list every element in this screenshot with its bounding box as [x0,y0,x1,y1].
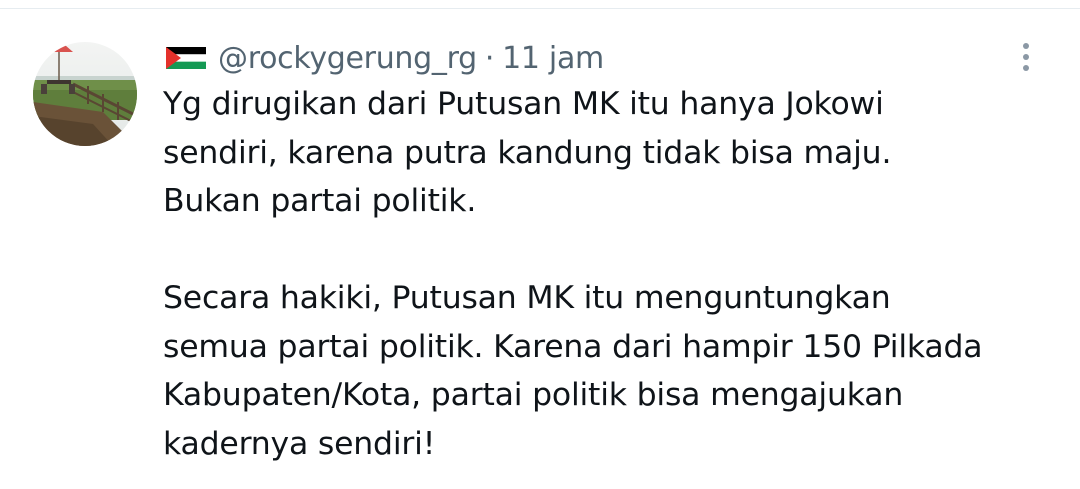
tweet-line: kadernya sendiri! [163,425,436,462]
tweet-line: Kabupaten/Kota, partai politik bisa meng… [163,377,904,413]
avatar-image [33,42,137,146]
tweet-line: Yg dirugikan dari Putusan MK itu hanya J… [163,86,884,122]
more-dot-icon [1023,54,1029,60]
more-options-button[interactable] [1010,38,1042,76]
tweet-paragraph: Yg dirugikan dari Putusan MK itu hanya J… [163,80,1063,226]
more-dot-icon [1023,65,1029,71]
avatar[interactable] [33,42,137,146]
more-dot-icon [1023,43,1029,49]
separator-dot: · [484,40,495,76]
tweet-line: Secara hakiki, Putusan MK itu menguntung… [163,280,891,316]
timestamp[interactable]: 11 jam [502,41,604,76]
tweet-paragraph: Secara hakiki, Putusan MK itu menguntung… [163,274,1063,468]
palestine-flag-icon [166,47,206,69]
tweet-line: sendiri, karena putra kandung tidak bisa… [163,134,892,171]
tweet-line: Bukan partai politik. [163,183,477,219]
tweet-line: semua partai politik. Karena dari hampir… [163,328,983,365]
tweet-header: @rockygerung_rg · 11 jam [166,36,604,80]
top-divider [0,8,1080,9]
tweet-text: Yg dirugikan dari Putusan MK itu hanya J… [163,80,1063,468]
author-handle[interactable]: @rockygerung_rg [218,41,477,76]
